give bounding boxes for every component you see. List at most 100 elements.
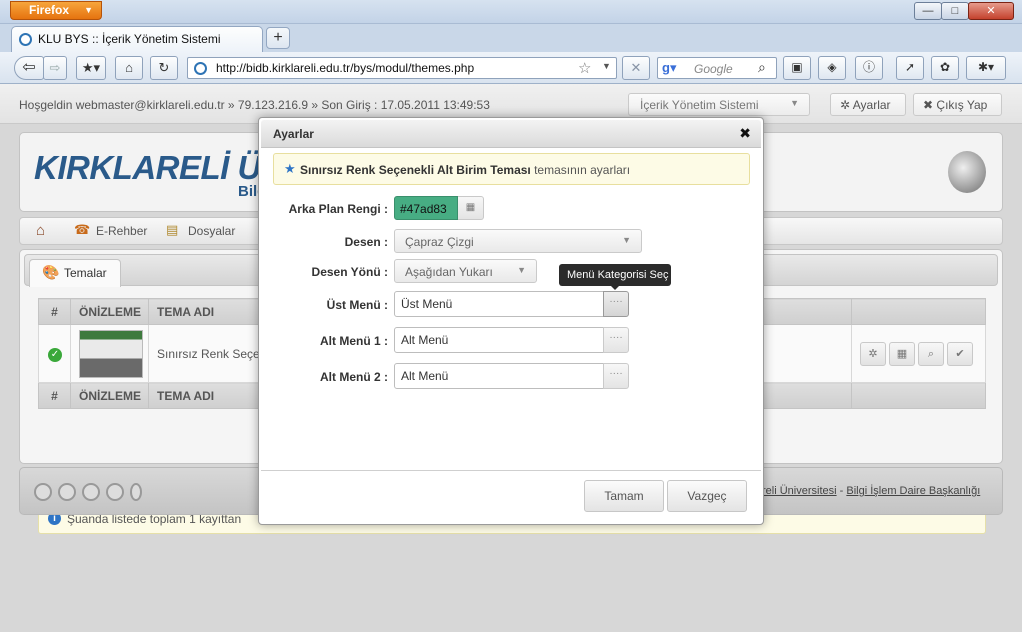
cancel-button[interactable]: Vazgeç [667, 480, 747, 512]
dialog-divider [261, 470, 761, 471]
browser-tabstrip: KLU BYS :: İçerik Yönetim Sistemi + [0, 24, 1022, 52]
url-dropdown-icon[interactable]: ▼ [602, 61, 611, 71]
footer-link-university[interactable]: reli Üniversitesi [762, 485, 837, 497]
tab-temalar[interactable]: 🎨 Temalar [29, 259, 121, 287]
gear-icon: ✲ [840, 98, 851, 112]
pattern-direction-select[interactable]: Aşağıdan Yukarı ▼ [394, 259, 537, 283]
sub-menu-2-field[interactable]: Alt Menü [394, 363, 604, 389]
browser-navbar: ⇦ ⇨ ★▾ ⌂ ↻ http://bidb.kirklareli.edu.tr… [0, 52, 1022, 84]
footer-separator: - [836, 485, 847, 497]
close-icon: ✖ [923, 98, 934, 112]
logout-label: Çıkış Yap [936, 98, 988, 112]
home-icon[interactable]: ⌂ [36, 222, 45, 239]
label-ust-menu: Üst Menü : [326, 298, 388, 312]
close-window-button[interactable]: ✕ [968, 2, 1014, 20]
dialog-title: Ayarlar [273, 127, 314, 141]
zoom-icon[interactable]: ⌕ [918, 341, 944, 366]
settings-button[interactable]: ✲ Ayarlar [830, 93, 906, 116]
new-tab-button[interactable]: + [266, 27, 290, 49]
column-footer-hash: # [38, 382, 71, 409]
menu-item-erehber[interactable]: E-Rehber [96, 224, 147, 238]
pointer-icon[interactable]: ➚ [896, 56, 924, 80]
logo-title: KIRKLARELİ ÜNİ [34, 149, 293, 186]
browser-tab[interactable]: KLU BYS :: İçerik Yönetim Sistemi [11, 26, 263, 52]
pattern-select[interactable]: Çapraz Çizgi ▼ [394, 229, 642, 253]
label-alt-menu-1: Alt Menü 1 : [320, 334, 388, 348]
phonebook-icon: ☎ [74, 222, 91, 237]
pattern-direction-value: Aşağıdan Yukarı [405, 265, 493, 279]
actions-cell: ✲ ▦ ⌕ ✔ [851, 324, 986, 383]
firefox-menu-button[interactable]: Firefox ▼ [10, 1, 102, 20]
page-zoom-icon[interactable]: ▣ [783, 56, 811, 80]
browser-icon[interactable] [58, 483, 76, 501]
module-select[interactable]: İçerik Yönetim Sistemi ▼ [628, 93, 810, 116]
browser-titlebar: Firefox ▼ — □ ✕ [0, 0, 1022, 24]
logout-button[interactable]: ✖ Çıkış Yap [913, 93, 1002, 116]
back-button[interactable]: ⇦ [14, 56, 44, 80]
footer-link-department[interactable]: Bilgi İşlem Daire Başkanlığı [846, 485, 980, 497]
dialog-header: Ayarlar ✖ [261, 120, 761, 148]
info-icon[interactable]: ⓘ [855, 56, 883, 80]
column-header-actions [851, 298, 986, 325]
chevron-down-icon: ▼ [622, 235, 631, 245]
google-icon[interactable]: g▾ [662, 60, 678, 76]
minimize-button[interactable]: — [914, 2, 942, 20]
column-header-hash: # [38, 298, 71, 325]
menu-item-dosyalar[interactable]: Dosyalar [188, 224, 235, 238]
tab-title: KLU BYS :: İçerik Yönetim Sistemi [38, 32, 221, 46]
reload-button[interactable]: ↻ [150, 56, 178, 80]
site-favicon-icon [19, 33, 32, 46]
firefox-menu-label: Firefox [29, 3, 70, 17]
search-placeholder: Google [694, 62, 733, 76]
folder-icon: ▤ [166, 222, 179, 237]
active-cell: ✓ [38, 324, 71, 383]
top-menu-field[interactable]: Üst Menü [394, 291, 604, 317]
label-arka-plan-rengi: Arka Plan Rengi : [288, 202, 388, 216]
chevron-down-icon: ▼ [790, 98, 799, 108]
screenshot-icon[interactable]: ◈ [818, 56, 846, 80]
theme-preview-thumbnail[interactable] [79, 329, 143, 378]
firebug-icon[interactable]: ✱▾ [966, 56, 1006, 80]
label-alt-menu-2: Alt Menü 2 : [320, 370, 388, 384]
settings-label: Ayarlar [852, 98, 891, 112]
bookmarks-button[interactable]: ★▾ [76, 56, 106, 80]
color-picker-icon[interactable]: ▦ [458, 196, 484, 220]
footer-links: reli Üniversitesi - Bilgi İşlem Daire Ba… [762, 485, 980, 497]
star-icon: ★ [284, 161, 296, 176]
preview-cell [70, 324, 149, 383]
accessibility-icon[interactable] [130, 483, 142, 501]
maximize-button[interactable]: □ [941, 2, 969, 20]
column-footer-actions [851, 382, 986, 409]
site-identity-icon[interactable] [194, 62, 207, 75]
home-button[interactable]: ⌂ [115, 56, 143, 80]
bookmark-star-icon[interactable]: ☆ [578, 59, 591, 77]
background-color-field[interactable]: #47ad83 [394, 196, 458, 220]
ie-icon[interactable] [82, 483, 100, 501]
chevron-down-icon: ▼ [517, 265, 526, 275]
grid-icon[interactable]: ▦ [889, 341, 915, 366]
css-icon[interactable] [106, 483, 124, 501]
sub-menu-1-picker-button[interactable]: ···· [603, 327, 629, 353]
chevron-down-icon: ▼ [84, 5, 93, 15]
top-menu-picker-button[interactable]: ···· [603, 291, 629, 317]
extension-icon[interactable]: ✿ [931, 56, 959, 80]
url-text[interactable]: http://bidb.kirklareli.edu.tr/bys/modul/… [216, 61, 474, 75]
module-select-value: İçerik Yönetim Sistemi [640, 98, 759, 112]
forward-button[interactable]: ⇨ [43, 56, 67, 80]
close-icon[interactable]: ✖ [739, 125, 751, 142]
stop-button[interactable]: ✕ [622, 56, 650, 80]
tab-temalar-label: Temalar [64, 266, 107, 280]
url-bar[interactable]: http://bidb.kirklareli.edu.tr/bys/modul/… [187, 57, 617, 79]
tooltip: Menü Kategorisi Seç [559, 264, 671, 290]
gear-icon[interactable]: ✲ [860, 341, 886, 366]
sub-menu-2-picker-button[interactable]: ···· [603, 363, 629, 389]
validator-icon[interactable] [34, 483, 52, 501]
search-input[interactable]: g▾ Google ⌕ [657, 57, 777, 79]
ok-button[interactable]: Tamam [584, 480, 664, 512]
search-icon[interactable]: ⌕ [758, 59, 766, 76]
notice-text: temasının ayarları [530, 163, 631, 177]
dialog-notice: ★ Sınırsız Renk Seçenekli Alt Birim Tema… [273, 153, 750, 185]
check-button-icon[interactable]: ✔ [947, 341, 973, 366]
sub-menu-1-field[interactable]: Alt Menü [394, 327, 604, 353]
welcome-text: Hoşgeldin webmaster@kirklareli.edu.tr » … [19, 98, 490, 112]
